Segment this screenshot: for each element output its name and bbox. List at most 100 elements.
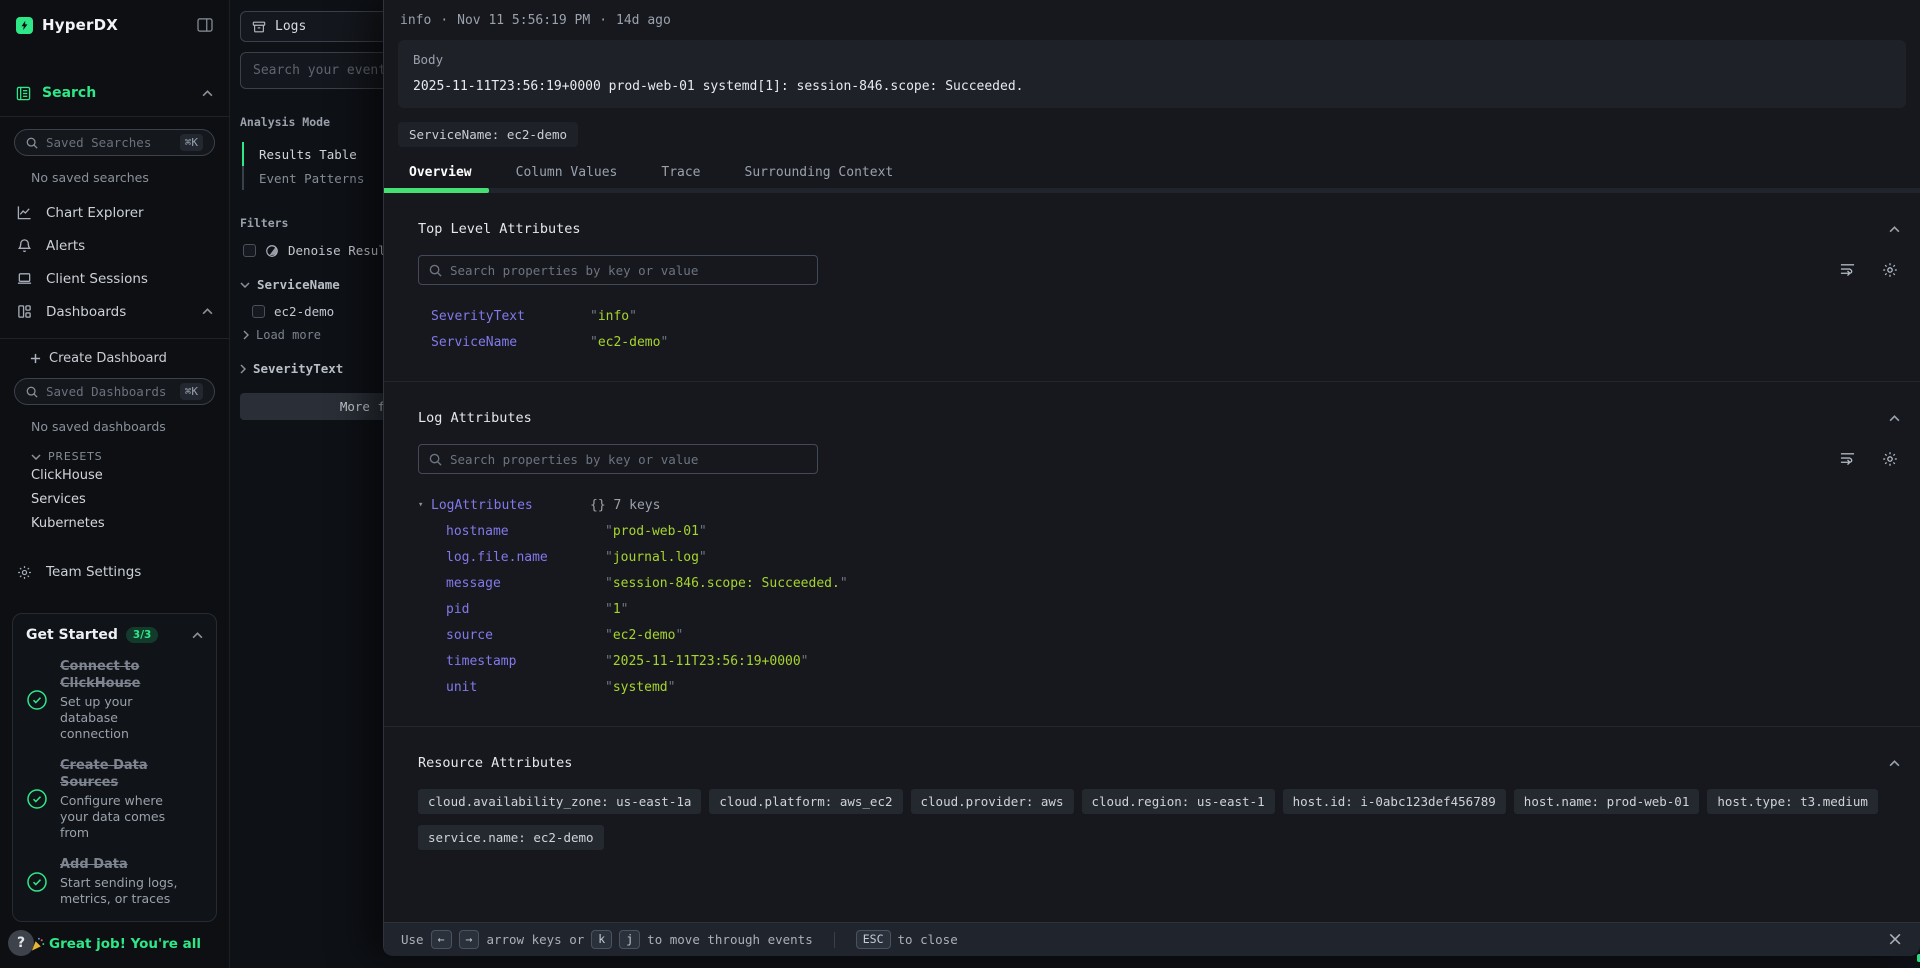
- property-search-box[interactable]: [418, 255, 818, 285]
- section-title: Resource Attributes: [418, 755, 572, 771]
- task-desc: Set up your database connection: [60, 694, 188, 742]
- attribute-value[interactable]: prod-web-01: [605, 524, 707, 539]
- attribute-value[interactable]: info: [590, 309, 637, 324]
- shortcut-badge: ⌘K: [180, 134, 203, 151]
- check-circle-icon: [26, 757, 48, 841]
- attribute-value[interactable]: journal.log: [605, 550, 707, 565]
- attribute-key[interactable]: source: [446, 628, 605, 643]
- attribute-key[interactable]: SeverityText: [431, 309, 590, 324]
- collapse-section-icon[interactable]: [1889, 415, 1904, 422]
- search-icon: [26, 386, 38, 398]
- body-card: Body 2025-11-11T23:56:19+0000 prod-web-0…: [398, 40, 1906, 108]
- filter-group-label: SeverityText: [253, 361, 343, 376]
- presets-label: PRESETS: [48, 450, 102, 463]
- resource-badge[interactable]: host.name: prod-web-01: [1514, 789, 1700, 814]
- sidebar-item-dashboards[interactable]: Dashboards: [0, 295, 229, 328]
- resource-badge[interactable]: cloud.region: us-east-1: [1082, 789, 1275, 814]
- property-search-input[interactable]: [450, 452, 807, 467]
- help-button[interactable]: ?: [8, 930, 34, 956]
- event-detail-panel: info · Nov 11 5:56:19 PM · 14d ago Body …: [383, 0, 1920, 956]
- line-wrap-icon[interactable]: [1839, 262, 1856, 278]
- resource-badge[interactable]: cloud.platform: aws_ec2: [709, 789, 902, 814]
- attribute-key[interactable]: hostname: [446, 524, 605, 539]
- attribute-key[interactable]: timestamp: [446, 654, 605, 669]
- sidebar-item-chart-explorer[interactable]: Chart Explorer: [0, 196, 229, 229]
- search-icon: [429, 453, 442, 466]
- sidebar-item-client-sessions[interactable]: Client Sessions: [0, 262, 229, 295]
- section-top-level-attributes: Top Level Attributes: [384, 193, 1920, 382]
- preset-kubernetes[interactable]: Kubernetes: [31, 511, 229, 535]
- sidebar-item-label: Dashboards: [46, 304, 126, 320]
- check-circle-icon: [26, 658, 48, 742]
- attribute-value[interactable]: ec2-demo: [590, 335, 668, 350]
- collapse-section-icon[interactable]: [1889, 760, 1904, 767]
- resource-badge[interactable]: cloud.provider: aws: [911, 789, 1074, 814]
- gear-icon[interactable]: [1882, 451, 1898, 467]
- chevron-up-icon[interactable]: [202, 90, 213, 97]
- collapse-caret-icon[interactable]: ▾: [418, 500, 431, 510]
- attribute-key[interactable]: message: [446, 576, 605, 591]
- chevron-right-icon: [240, 364, 246, 374]
- sidebar-item-team-settings[interactable]: Team Settings: [0, 557, 229, 587]
- attribute-key[interactable]: pid: [446, 602, 605, 617]
- top-level-attributes-table: SeverityText info ServiceName ec2-demo: [418, 303, 1904, 355]
- get-started-header[interactable]: Get Started 3/3: [26, 627, 203, 643]
- get-started-item-connect[interactable]: Connect to ClickHouse Set up your databa…: [26, 658, 203, 742]
- preset-services[interactable]: Services: [31, 487, 229, 511]
- service-name-chip[interactable]: ServiceName: ec2-demo: [398, 122, 578, 147]
- get-started-item-add-data[interactable]: Add Data Start sending logs, metrics, or…: [26, 856, 203, 907]
- property-search-input[interactable]: [450, 263, 807, 278]
- section-title: Top Level Attributes: [418, 221, 581, 237]
- task-title: Create Data Sources: [60, 757, 188, 791]
- saved-searches-input[interactable]: Saved Searches ⌘K: [14, 129, 215, 156]
- attribute-key[interactable]: ServiceName: [431, 335, 590, 350]
- gear-icon[interactable]: [1882, 262, 1898, 278]
- get-started-card: Get Started 3/3 Connect to ClickHouse Se…: [12, 613, 217, 922]
- attribute-key[interactable]: log.file.name: [446, 550, 605, 565]
- preset-label: Kubernetes: [31, 516, 105, 531]
- search-section-label: Search: [42, 85, 96, 101]
- attribute-value[interactable]: session-846.scope: Succeeded.: [605, 576, 848, 591]
- get-started-item-sources[interactable]: Create Data Sources Configure where your…: [26, 757, 203, 841]
- attribute-key[interactable]: LogAttributes: [431, 498, 590, 513]
- collapse-sidebar-icon[interactable]: [197, 18, 213, 32]
- tree-root-row: ▾ LogAttributes {} 7 keys: [418, 492, 1904, 518]
- search-icon: [429, 264, 442, 277]
- preset-clickhouse[interactable]: ClickHouse: [31, 463, 229, 487]
- presets-toggle[interactable]: PRESETS: [31, 450, 229, 463]
- footer-text: to move through events: [647, 932, 813, 947]
- resource-badge[interactable]: cloud.availability_zone: us-east-1a: [418, 789, 701, 814]
- attribute-value[interactable]: ec2-demo: [605, 628, 683, 643]
- dashboards-icon: [16, 304, 33, 319]
- attribute-key[interactable]: unit: [446, 680, 605, 695]
- hyperdx-logo-icon: [16, 17, 33, 34]
- tab-surrounding-context[interactable]: Surrounding Context: [745, 165, 894, 180]
- attribute-row: timestamp 2025-11-11T23:56:19+0000: [418, 648, 1904, 674]
- tab-column-values[interactable]: Column Values: [516, 165, 618, 180]
- line-wrap-icon[interactable]: [1839, 451, 1856, 467]
- chevron-up-icon[interactable]: [202, 308, 213, 315]
- close-icon[interactable]: ×: [1887, 930, 1903, 949]
- sidebar-item-alerts[interactable]: Alerts: [0, 229, 229, 262]
- option-checkbox[interactable]: [252, 305, 265, 318]
- create-dashboard-button[interactable]: Create Dashboard: [30, 351, 229, 366]
- resource-badge[interactable]: host.id: i-0abc123def456789: [1283, 789, 1506, 814]
- collapse-section-icon[interactable]: [1889, 226, 1904, 233]
- property-search-box[interactable]: [418, 444, 818, 474]
- resource-badge[interactable]: host.type: t3.medium: [1707, 789, 1878, 814]
- chevron-up-icon[interactable]: [192, 632, 203, 639]
- sidebar-nav: Chart Explorer Alerts Client Sessions Da…: [0, 196, 229, 328]
- attribute-value[interactable]: systemd: [605, 680, 675, 695]
- denoise-icon: [265, 244, 279, 258]
- tab-overview[interactable]: Overview: [409, 165, 472, 180]
- load-more-label: Load more: [256, 328, 321, 342]
- tab-trace[interactable]: Trace: [661, 165, 700, 180]
- attribute-value[interactable]: 2025-11-11T23:56:19+0000: [605, 654, 809, 669]
- denoise-checkbox[interactable]: [243, 244, 256, 257]
- sidebar-item-search[interactable]: Search: [0, 80, 229, 106]
- divider: [834, 932, 835, 948]
- event-header: info · Nov 11 5:56:19 PM · 14d ago: [384, 0, 1920, 28]
- saved-dashboards-input[interactable]: Saved Dashboards ⌘K: [14, 378, 215, 405]
- resource-badge[interactable]: service.name: ec2-demo: [418, 825, 604, 850]
- attribute-value[interactable]: 1: [605, 602, 628, 617]
